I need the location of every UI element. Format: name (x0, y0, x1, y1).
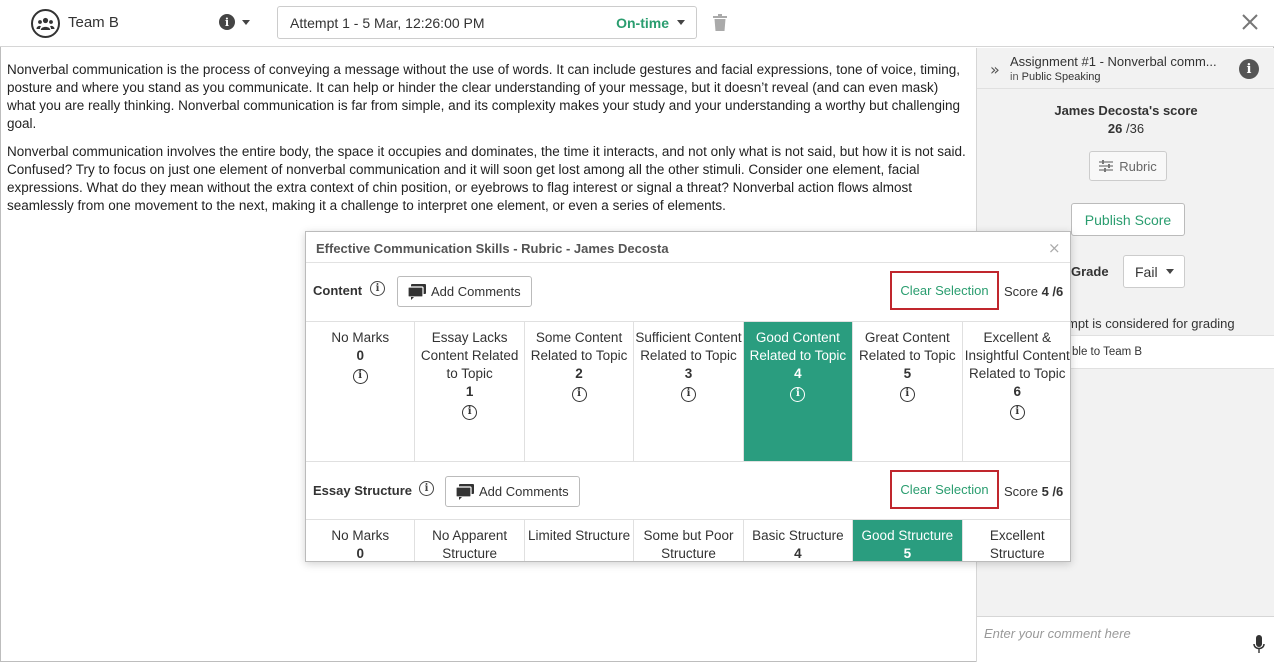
clear-selection-button[interactable]: Clear Selection (890, 470, 999, 509)
essay-paragraph: Nonverbal communication involves the ent… (7, 144, 966, 213)
grade-value: Fail (1135, 263, 1158, 280)
team-info-dropdown[interactable]: i (219, 14, 250, 30)
info-icon[interactable]: i (462, 405, 478, 420)
close-icon[interactable]: × (1048, 239, 1061, 257)
rubric-level-cell[interactable]: Essay Lacks Content Related to Topic 1 i (415, 322, 525, 461)
chevron-down-icon (1165, 269, 1174, 274)
rubric-level-cell[interactable]: Basic Structure 4 (744, 520, 854, 561)
rubric-level-cell[interactable]: Excellent Structure (963, 520, 1070, 561)
attempt-label: Attempt 1 - 5 Mar, 12:26:00 PM (290, 14, 485, 31)
info-icon[interactable]: i (370, 281, 385, 296)
comment-placeholder: Enter your comment here (984, 626, 1131, 641)
rubric-level-cell[interactable]: No Apparent Structure (415, 520, 525, 561)
trash-icon[interactable] (713, 14, 727, 31)
modal-header: Effective Communication Skills - Rubric … (306, 232, 1070, 263)
rubric-button[interactable]: Rubric (1089, 151, 1167, 181)
student-score-value: 26 /36 (1107, 121, 1145, 136)
criterion-levels-content: No Marks 0 i Essay Lacks Content Related t… (306, 321, 1070, 461)
grade-select[interactable]: Fail (1123, 255, 1185, 288)
attempt-grading-note: mpt is considered for grading (1067, 316, 1235, 331)
double-chevron-right-icon[interactable]: » (990, 60, 1000, 79)
clear-selection-button[interactable]: Clear Selection (890, 271, 999, 310)
criterion-levels-essay-structure: No Marks 0 No Apparent Structure Limited … (306, 519, 1070, 561)
header-bar: Team B i Attempt 1 - 5 Mar, 12:26:00 PM … (0, 0, 1274, 47)
assignment-title: Assignment #1 - Nonverbal comm... (1010, 54, 1217, 69)
assignment-course: in Public Speaking (1010, 71, 1101, 83)
criterion-score: Score 5 /6 (1004, 484, 1064, 499)
rubric-modal: Effective Communication Skills - Rubric … (305, 231, 1071, 562)
publish-score-button[interactable]: Publish Score (1071, 203, 1185, 236)
rubric-level-cell[interactable]: Some Content Related to Topic 2 i (525, 322, 635, 461)
rubric-level-cell-selected[interactable]: Good Structure 5 (853, 520, 963, 561)
comment-input[interactable]: Enter your comment here (977, 616, 1274, 662)
info-icon[interactable]: i (1009, 405, 1025, 420)
team-icon (31, 9, 60, 38)
info-icon: i (219, 14, 235, 30)
essay-paragraph: Nonverbal communication is the process o… (7, 62, 961, 131)
criterion-name: Content (313, 283, 363, 298)
microphone-icon[interactable] (1253, 635, 1265, 655)
visibility-text: ble to Team B (1072, 346, 1143, 358)
student-score-heading: James Decosta's score (1054, 103, 1198, 118)
rubric-level-cell[interactable]: Excellent & Insightful Content Related t… (963, 322, 1070, 461)
add-comments-button[interactable]: Add Comments (445, 476, 580, 507)
team-name: Team B (68, 14, 119, 31)
criterion-score: Score 4 /6 (1004, 284, 1064, 299)
rubric-level-cell[interactable]: Limited Structure (525, 520, 635, 561)
info-icon[interactable]: i (571, 387, 587, 402)
rubric-label: Rubric (1119, 158, 1157, 174)
modal-title: Effective Communication Skills - Rubric … (316, 241, 669, 256)
sliders-icon (1099, 160, 1114, 172)
rubric-level-cell-selected[interactable]: Good Content Related to Topic 4 i (743, 322, 854, 461)
assignment-header: » Assignment #1 - Nonverbal comm... in P… (977, 48, 1274, 89)
rubric-level-cell[interactable]: Sufficient Content Related to Topic 3 i (634, 322, 744, 461)
rubric-level-cell[interactable]: Great Content Related to Topic 5 i (853, 322, 963, 461)
attempt-status-badge: On-time (616, 14, 669, 31)
add-comments-button[interactable]: Add Comments (397, 276, 532, 307)
chevron-down-icon (242, 19, 250, 25)
essay-content: Nonverbal communication is the process o… (7, 61, 970, 225)
close-icon[interactable] (1240, 12, 1260, 32)
comment-icon (408, 283, 426, 300)
info-icon[interactable]: i (680, 387, 696, 402)
comment-icon (456, 483, 474, 500)
criterion-header-essay-structure: Essay Structure i Add Comments Clear Sel… (306, 461, 1070, 519)
chevron-down-icon (677, 20, 685, 25)
grade-label: Grade (1071, 264, 1109, 279)
rubric-level-cell[interactable]: Some but Poor Structure (634, 520, 744, 561)
info-icon[interactable]: i (899, 387, 915, 402)
criterion-name: Essay Structure (313, 483, 412, 498)
attempt-select[interactable]: Attempt 1 - 5 Mar, 12:26:00 PM On-time (277, 6, 697, 39)
rubric-level-cell[interactable]: No Marks 0 i (306, 322, 416, 461)
criterion-header-content: Content i Add Comments Clear Selection S… (306, 263, 1070, 321)
info-icon[interactable]: i (419, 481, 434, 496)
info-icon[interactable]: i (790, 387, 806, 402)
rubric-level-cell[interactable]: No Marks 0 (306, 520, 416, 561)
info-icon[interactable]: i (352, 369, 368, 384)
info-icon[interactable]: i (1239, 59, 1259, 79)
